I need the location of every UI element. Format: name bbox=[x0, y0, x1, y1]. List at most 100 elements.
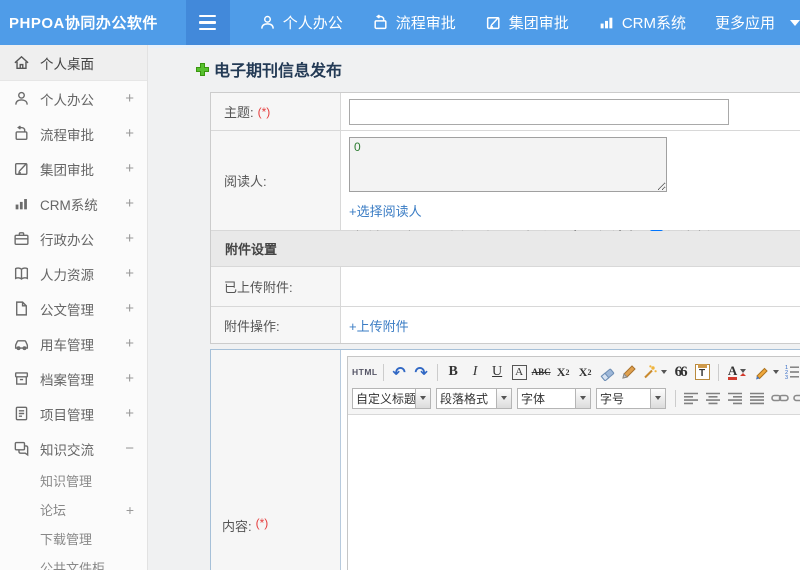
html-source-button[interactable]: HTML bbox=[352, 362, 378, 383]
home-icon bbox=[13, 54, 30, 71]
expand-plus[interactable]: + bbox=[125, 405, 134, 422]
sidebar-subitem-download-mgmt[interactable]: 下载管理 bbox=[0, 524, 147, 553]
workflow-icon bbox=[13, 125, 30, 142]
bar-chart-icon bbox=[13, 195, 30, 212]
format-brush-icon[interactable] bbox=[619, 362, 640, 383]
align-right-icon[interactable] bbox=[725, 388, 746, 409]
link-icon[interactable] bbox=[769, 388, 790, 409]
subject-row: 主题: (*) bbox=[211, 93, 800, 131]
chevron-down-icon bbox=[575, 388, 590, 408]
collapse-minus[interactable]: − bbox=[125, 440, 134, 457]
car-icon bbox=[13, 335, 30, 352]
nav-personal-office[interactable]: 个人办公 bbox=[259, 12, 343, 33]
editor-toolbar: HTML ↶ ↷ B I U A ABC X2 X2 66 T A 1 2 3 … bbox=[348, 357, 800, 415]
choose-readers-link[interactable]: +选择阅读人 bbox=[349, 201, 422, 220]
content-label: 内容: bbox=[222, 519, 252, 534]
sidebar-item-archive-mgmt[interactable]: 档案管理 + bbox=[0, 361, 147, 396]
sidebar: 个人桌面 个人办公 + 流程审批 + 集团审批 + CRM系统 + 行政办公 + bbox=[0, 45, 148, 570]
uploaded-attachments-value bbox=[341, 267, 800, 306]
chevron-down-icon bbox=[496, 388, 511, 408]
strikethrough-button[interactable]: ABC bbox=[531, 362, 552, 383]
upload-attachment-link[interactable]: +上传附件 bbox=[349, 316, 409, 335]
document-icon bbox=[13, 300, 30, 317]
chevron-down-icon bbox=[650, 388, 665, 408]
highlight-pen-icon[interactable] bbox=[752, 362, 781, 383]
chevron-down-icon[interactable] bbox=[790, 19, 800, 26]
heading-select[interactable]: 自定义标题 bbox=[352, 387, 431, 409]
align-left-icon[interactable] bbox=[681, 388, 702, 409]
expand-plus[interactable]: + bbox=[125, 335, 134, 352]
sidebar-subitem-public-file-cabinet[interactable]: 公共文件柜 bbox=[0, 553, 147, 570]
sidebar-item-project-mgmt[interactable]: 项目管理 + bbox=[0, 396, 147, 431]
page-title: 电子期刊信息发布 bbox=[195, 57, 342, 81]
superscript-button[interactable]: X2 bbox=[553, 362, 574, 383]
bold-button[interactable]: B bbox=[443, 362, 464, 383]
align-justify-icon[interactable] bbox=[747, 388, 768, 409]
font-color-button[interactable]: A bbox=[724, 362, 751, 383]
expand-plus[interactable]: + bbox=[125, 90, 134, 107]
expand-plus[interactable]: + bbox=[125, 300, 134, 317]
readers-label: 阅读人: bbox=[224, 174, 267, 189]
readers-textarea[interactable]: 0 bbox=[349, 137, 667, 192]
sidebar-item-knowledge-exchange[interactable]: 知识交流 − bbox=[0, 431, 147, 466]
italic-button[interactable]: I bbox=[465, 362, 486, 383]
sidebar-item-vehicle-mgmt[interactable]: 用车管理 + bbox=[0, 326, 147, 361]
paragraph-format-select[interactable]: 段落格式 bbox=[436, 387, 512, 409]
sidebar-item-document-mgmt[interactable]: 公文管理 + bbox=[0, 291, 147, 326]
sidebar-item-personal-office[interactable]: 个人办公 + bbox=[0, 81, 147, 116]
expand-plus[interactable]: + bbox=[126, 502, 134, 518]
eraser-icon[interactable] bbox=[597, 362, 618, 383]
person-icon bbox=[13, 90, 30, 107]
editor-content-area[interactable] bbox=[348, 415, 800, 570]
sidebar-subitem-knowledge-mgmt[interactable]: 知识管理 bbox=[0, 466, 147, 495]
svg-text:3: 3 bbox=[785, 375, 788, 380]
font-size-select[interactable]: 字号 bbox=[596, 387, 666, 409]
chevron-down-icon bbox=[740, 368, 747, 376]
rich-text-editor: HTML ↶ ↷ B I U A ABC X2 X2 66 T A 1 2 3 … bbox=[347, 356, 800, 570]
ordered-list-icon[interactable]: 123 bbox=[782, 362, 800, 383]
workflow-icon bbox=[372, 14, 389, 31]
sidebar-item-desktop[interactable]: 个人桌面 bbox=[0, 45, 147, 81]
hamburger-icon bbox=[199, 14, 217, 18]
nav-workflow-approval[interactable]: 流程审批 bbox=[372, 12, 456, 33]
publish-form: 主题: (*) 阅读人: 0 +选择阅读人 请选择阅读人,不选为所有人可查看 提… bbox=[210, 92, 800, 570]
align-center-icon[interactable] bbox=[703, 388, 724, 409]
expand-plus[interactable]: + bbox=[125, 125, 134, 142]
subject-label: 主题: bbox=[224, 105, 254, 120]
expand-plus[interactable]: + bbox=[125, 230, 134, 247]
attachment-section-header: 附件设置 bbox=[211, 231, 800, 266]
expand-plus[interactable]: + bbox=[125, 160, 134, 177]
blockquote-button[interactable]: 66 bbox=[670, 362, 691, 383]
sidebar-item-hr[interactable]: 人力资源 + bbox=[0, 256, 147, 291]
expand-plus[interactable]: + bbox=[125, 370, 134, 387]
expand-plus[interactable]: + bbox=[125, 195, 134, 212]
paste-text-button[interactable]: T bbox=[692, 362, 713, 383]
font-style-box-button[interactable]: A bbox=[509, 362, 530, 383]
uploaded-label: 已上传附件: bbox=[224, 280, 293, 295]
sidebar-subitem-forum[interactable]: 论坛 + bbox=[0, 495, 147, 524]
subscript-button[interactable]: X2 bbox=[575, 362, 596, 383]
undo-button[interactable]: ↶ bbox=[389, 362, 410, 383]
top-nav: 个人办公 流程审批 集团审批 CRM系统 更多应用 bbox=[230, 12, 800, 33]
briefcase-icon bbox=[13, 230, 30, 247]
underline-button[interactable]: U bbox=[487, 362, 508, 383]
nav-crm[interactable]: CRM系统 bbox=[598, 12, 686, 33]
autotypeset-wand-icon[interactable] bbox=[641, 362, 669, 383]
sidebar-item-workflow-approval[interactable]: 流程审批 + bbox=[0, 116, 147, 151]
required-mark: (*) bbox=[255, 516, 269, 530]
unlink-icon[interactable] bbox=[791, 388, 800, 409]
font-family-select[interactable]: 字体 bbox=[517, 387, 591, 409]
clipboard-icon bbox=[13, 405, 30, 422]
nav-more-apps[interactable]: 更多应用 bbox=[715, 12, 775, 33]
menu-toggle-button[interactable] bbox=[186, 0, 230, 45]
attachment-operation-row: 附件操作: +上传附件 bbox=[211, 307, 800, 343]
subject-input[interactable] bbox=[349, 98, 729, 125]
edit-icon bbox=[13, 160, 30, 177]
nav-group-approval[interactable]: 集团审批 bbox=[485, 12, 569, 33]
sidebar-item-admin-office[interactable]: 行政办公 + bbox=[0, 221, 147, 256]
redo-button[interactable]: ↷ bbox=[411, 362, 432, 383]
sidebar-item-crm[interactable]: CRM系统 + bbox=[0, 186, 147, 221]
readers-row: 阅读人: 0 +选择阅读人 请选择阅读人,不选为所有人可查看 提醒阅读人: 短消… bbox=[211, 131, 800, 245]
expand-plus[interactable]: + bbox=[125, 265, 134, 282]
sidebar-item-group-approval[interactable]: 集团审批 + bbox=[0, 151, 147, 186]
